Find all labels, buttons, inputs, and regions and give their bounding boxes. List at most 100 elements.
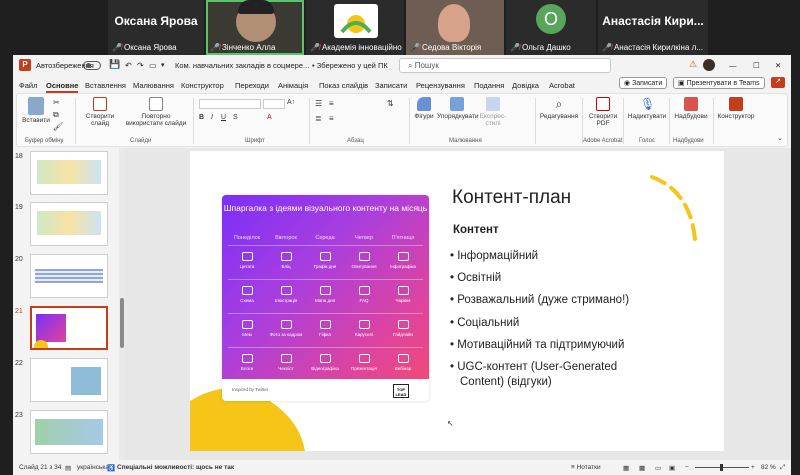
participant-tile[interactable]: 🎤̸ Седова Вікторія <box>406 0 504 55</box>
tab-help[interactable]: Довідка <box>512 81 539 90</box>
saved-status[interactable]: • Збережено у цей ПК <box>312 61 388 70</box>
record-button[interactable]: ◉ Записати <box>619 77 668 89</box>
slideshow-view-icon[interactable]: ▣ <box>669 464 675 472</box>
font-grow-icon[interactable]: A↑ <box>287 99 295 106</box>
collapse-ribbon-icon[interactable]: ⌄ <box>777 134 783 142</box>
bullet-item[interactable]: • Розважальний (дуже стримано!) <box>450 293 629 307</box>
grid-line <box>228 313 423 314</box>
reuse-slides-button[interactable]: Повторно використати слайди <box>123 97 189 127</box>
slide-counter[interactable]: Слайд 21 з 34 <box>19 464 61 471</box>
scrollbar-thumb[interactable] <box>120 298 124 348</box>
normal-view-icon[interactable]: ▦ <box>623 464 629 472</box>
spellcheck-icon[interactable]: ▤ <box>65 464 71 472</box>
reading-view-icon[interactable]: ▭ <box>655 464 661 472</box>
undo-icon[interactable]: ↶ <box>125 61 132 70</box>
search-input[interactable]: Пошук <box>415 61 439 70</box>
share-icon[interactable]: ↗ <box>771 77 785 88</box>
zoom-slider-thumb[interactable] <box>720 464 723 471</box>
user-avatar[interactable] <box>703 59 715 71</box>
autosave-toggle[interactable] <box>83 60 101 71</box>
dictate-button[interactable]: 🎙 Надиктувати <box>627 97 667 120</box>
slide-thumbnail[interactable] <box>30 202 108 246</box>
align-center-icon[interactable]: ≡ <box>329 114 334 123</box>
slide-thumbnail[interactable] <box>30 254 108 298</box>
cut-icon[interactable]: ✂ <box>53 98 60 107</box>
participant-tile[interactable]: Анастасія Кири... 🎤̸ Анастасія Кирилкіна … <box>598 0 708 55</box>
participant-tile[interactable]: О 🎤̸ Ольга Дашко <box>506 0 596 55</box>
slide-thumbnail[interactable] <box>30 410 108 454</box>
format-painter-icon[interactable]: 🖌 <box>53 122 63 131</box>
font-size-select[interactable] <box>263 99 285 109</box>
tab-animations[interactable]: Анімація <box>278 81 308 90</box>
copy-icon[interactable]: ⧉ <box>53 110 59 120</box>
warning-icon[interactable]: ⚠ <box>689 59 697 70</box>
addins-button[interactable]: Надбудови <box>672 97 710 120</box>
paste-button[interactable]: Вставити <box>21 97 51 124</box>
shapes-button[interactable]: Фігури <box>413 97 435 120</box>
italic-icon[interactable]: I <box>211 114 213 121</box>
text-direction-icon[interactable]: ⇅ <box>387 99 394 108</box>
notes-button[interactable]: ≡ Нотатки <box>571 464 601 471</box>
bullet-item-continued[interactable]: Content) (відгуки) <box>460 375 552 389</box>
customize-qat-icon[interactable]: ▾ <box>161 61 165 69</box>
bold-icon[interactable]: B <box>199 114 204 121</box>
bullets-icon[interactable]: ☰ <box>315 99 322 108</box>
accessibility-icon[interactable]: ♿ <box>107 464 115 472</box>
slide-sorter-icon[interactable]: ▩ <box>639 464 645 472</box>
tab-file[interactable]: Файл <box>19 81 37 90</box>
bullet-item[interactable]: • UGC-контент (User-Generated <box>450 360 617 374</box>
save-icon[interactable]: 💾 <box>109 59 120 70</box>
slide-canvas[interactable]: Шпаргалка з ідеями візуального контенту … <box>190 151 724 451</box>
tab-review[interactable]: Рецензування <box>416 81 465 90</box>
numbering-icon[interactable]: ≡ <box>329 99 334 108</box>
strikethrough-icon[interactable]: S <box>233 114 238 121</box>
quick-styles-button[interactable]: Експрес-стилі <box>479 97 507 127</box>
create-pdf-button[interactable]: Створити PDF <box>585 97 621 127</box>
slide-thumbnail-selected[interactable] <box>30 306 108 350</box>
new-slide-button[interactable]: Створити слайд <box>79 97 121 127</box>
slide-subtitle[interactable]: Контент <box>453 224 499 236</box>
tab-home[interactable]: Основне <box>46 81 79 93</box>
bullet-item[interactable]: • Освітній <box>450 271 501 285</box>
tab-view[interactable]: Подання <box>474 81 504 90</box>
minimize-icon[interactable]: — <box>729 61 737 70</box>
participant-tile[interactable]: Оксана Ярова 🎤̸ Оксана Ярова <box>108 0 204 55</box>
arrange-button[interactable]: Упорядкувати <box>437 97 478 120</box>
tab-insert[interactable]: Вставлення <box>85 81 126 90</box>
close-icon[interactable]: ✕ <box>775 61 781 70</box>
maximize-icon[interactable]: ☐ <box>753 61 760 70</box>
tab-acrobat[interactable]: Acrobat <box>549 81 575 90</box>
tab-draw[interactable]: Малювання <box>133 81 174 90</box>
zoom-in-icon[interactable]: + <box>751 464 755 471</box>
search-box[interactable]: ⌕ Пошук <box>399 58 611 73</box>
font-name-select[interactable] <box>199 99 261 109</box>
slide-title[interactable]: Контент-план <box>452 187 571 209</box>
zoom-level[interactable]: 82 % <box>761 464 776 471</box>
slideshow-icon[interactable]: ▭ <box>149 61 157 70</box>
zoom-out-icon[interactable]: − <box>685 464 689 471</box>
designer-button[interactable]: Конструктор <box>716 97 756 120</box>
slide-thumbnail[interactable] <box>30 151 108 195</box>
bullet-item[interactable]: • Мотиваційний та підтримуючий <box>450 338 624 352</box>
accessibility-status[interactable]: Спеціальні можливості: щось не так <box>117 464 234 471</box>
participant-tile[interactable]: 🎤̸ Академія інноваційно... <box>306 0 404 55</box>
tab-design[interactable]: Конструктор <box>181 81 224 90</box>
present-in-teams-button[interactable]: ▣ Презентувати в Teams <box>673 77 765 89</box>
tab-transitions[interactable]: Переходи <box>235 81 269 90</box>
document-title[interactable]: Ком. навчальних закладів в соцмере... <box>175 61 309 70</box>
participant-tile-active[interactable]: 🎤̸ Зінченко Алла <box>206 0 304 55</box>
bullet-item[interactable]: • Інформаційний <box>450 249 538 263</box>
bullet-item[interactable]: • Соціальний <box>450 316 519 330</box>
ribbon-home: Вставити ✂ ⧉ 🖌 Буфер обміну Створити сла… <box>16 93 788 147</box>
underline-icon[interactable]: U <box>221 114 226 121</box>
redo-icon[interactable]: ↷ <box>137 61 144 70</box>
slide-thumbnail[interactable] <box>30 358 108 402</box>
tab-slideshow[interactable]: Показ слайдів <box>319 81 368 90</box>
fit-slide-icon[interactable]: ⤢ <box>780 464 785 472</box>
language-indicator[interactable]: українська <box>77 464 109 471</box>
tab-record[interactable]: Записати <box>375 81 407 90</box>
align-left-icon[interactable]: ≣ <box>315 114 322 123</box>
font-color-icon[interactable]: A <box>267 114 272 121</box>
editing-button[interactable]: ⌕ Редагування <box>539 97 579 120</box>
participant-name: Анастасія Кири... <box>602 14 704 28</box>
